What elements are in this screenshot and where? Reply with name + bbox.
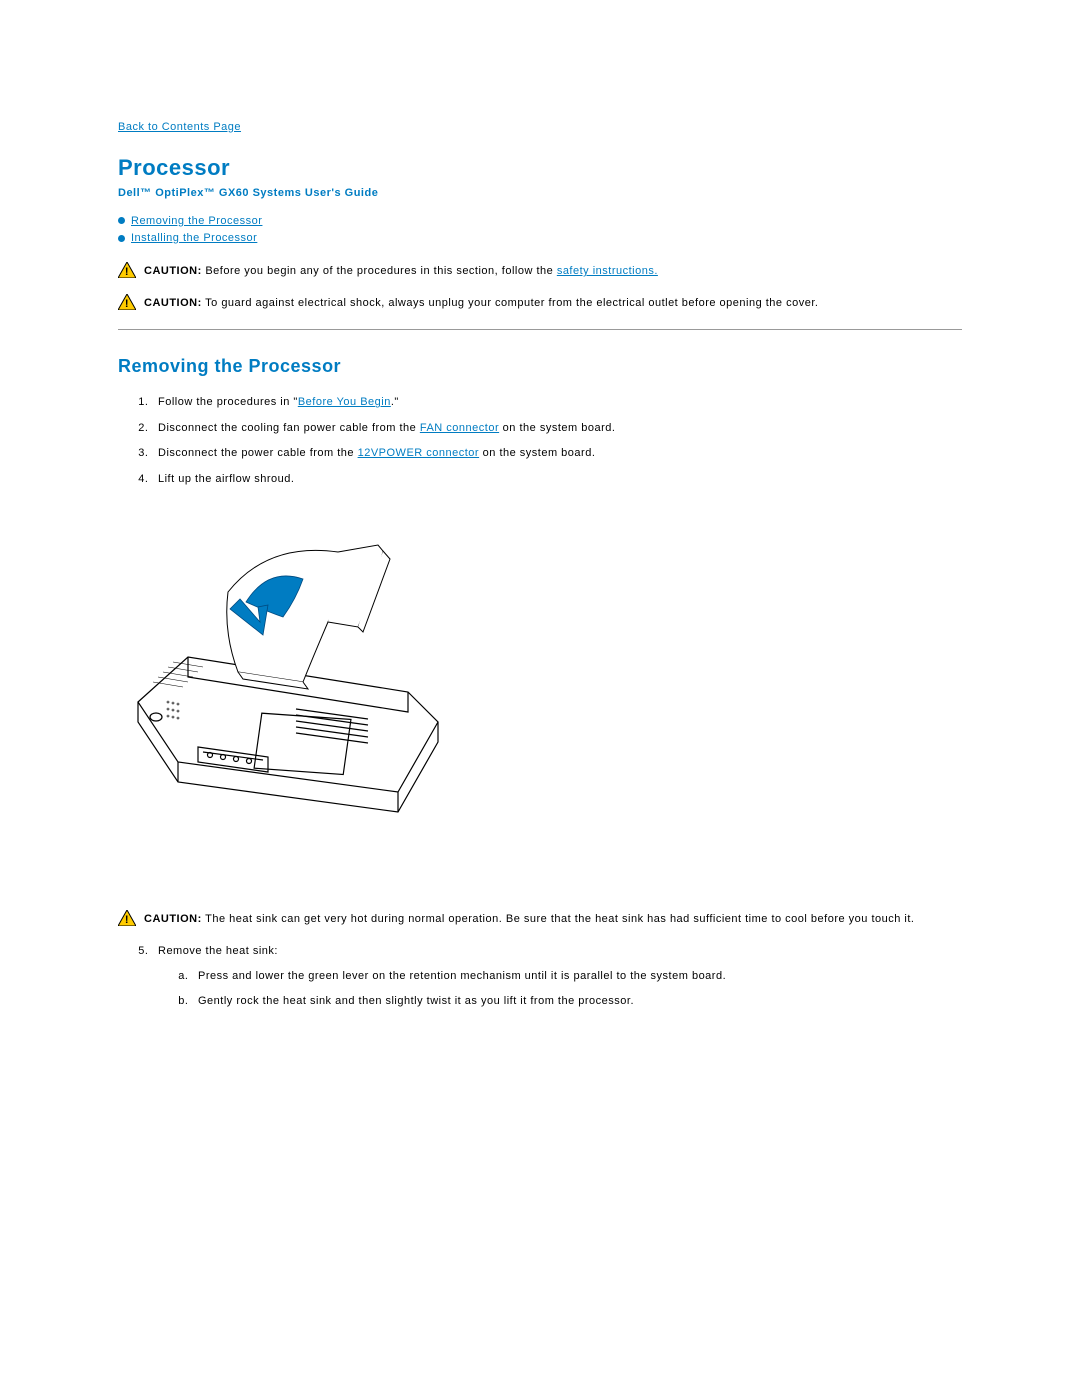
- svg-text:!: !: [125, 914, 129, 926]
- caution-body: To guard against electrical shock, alway…: [202, 297, 819, 309]
- toc-link-removing[interactable]: Removing the Processor: [131, 215, 262, 227]
- bullet-icon: [118, 235, 125, 242]
- substep-item: Gently rock the heat sink and then sligh…: [192, 994, 962, 1009]
- caution-block: ! CAUTION: The heat sink can get very ho…: [118, 912, 962, 931]
- caution-icon: !: [118, 910, 136, 931]
- caution-text: CAUTION: The heat sink can get very hot …: [144, 912, 914, 927]
- airflow-shroud-diagram: [128, 527, 962, 872]
- caution-block: ! CAUTION: To guard against electrical s…: [118, 296, 962, 315]
- step-text: Disconnect the power cable from the: [158, 447, 358, 459]
- caution-icon: !: [118, 262, 136, 283]
- step-item: Remove the heat sink: Press and lower th…: [152, 944, 962, 1010]
- step-text: Remove the heat sink:: [158, 945, 278, 957]
- bullet-icon: [118, 217, 125, 224]
- step-list-continued: Remove the heat sink: Press and lower th…: [118, 944, 962, 1010]
- toc-list: Removing the Processor Installing the Pr…: [118, 214, 962, 247]
- step-item: Disconnect the cooling fan power cable f…: [152, 421, 962, 436]
- step-text: .": [391, 396, 399, 408]
- step-list: Follow the procedures in "Before You Beg…: [118, 395, 962, 487]
- toc-item: Removing the Processor: [118, 214, 962, 229]
- caution-body: The heat sink can get very hot during no…: [202, 913, 915, 925]
- caution-block: ! CAUTION: Before you begin any of the p…: [118, 264, 962, 283]
- page-subtitle: Dell™ OptiPlex™ GX60 Systems User's Guid…: [118, 186, 962, 201]
- svg-text:!: !: [125, 266, 129, 278]
- toc-link-installing[interactable]: Installing the Processor: [131, 232, 257, 244]
- caution-text: CAUTION: Before you begin any of the pro…: [144, 264, 658, 279]
- step-text: Disconnect the cooling fan power cable f…: [158, 422, 420, 434]
- caution-label: CAUTION:: [144, 265, 202, 277]
- caution-icon: !: [118, 294, 136, 315]
- substep-item: Press and lower the green lever on the r…: [192, 969, 962, 984]
- page-title: Processor: [118, 153, 962, 184]
- before-you-begin-link[interactable]: Before You Begin: [298, 396, 391, 408]
- fan-connector-link[interactable]: FAN connector: [420, 422, 499, 434]
- step-item: Follow the procedures in "Before You Beg…: [152, 395, 962, 410]
- caution-body: Before you begin any of the procedures i…: [202, 265, 557, 277]
- step-text: Follow the procedures in ": [158, 396, 298, 408]
- svg-text:!: !: [125, 298, 129, 310]
- back-to-contents-link[interactable]: Back to Contents Page: [118, 121, 241, 133]
- caution-label: CAUTION:: [144, 913, 202, 925]
- toc-item: Installing the Processor: [118, 231, 962, 246]
- safety-instructions-link[interactable]: safety instructions.: [557, 265, 658, 277]
- caution-label: CAUTION:: [144, 297, 202, 309]
- step-text: on the system board.: [479, 447, 595, 459]
- section-heading: Removing the Processor: [118, 354, 962, 379]
- caution-text: CAUTION: To guard against electrical sho…: [144, 296, 818, 311]
- divider: [118, 329, 962, 330]
- 12vpower-connector-link[interactable]: 12VPOWER connector: [358, 447, 480, 459]
- step-item: Disconnect the power cable from the 12VP…: [152, 446, 962, 461]
- substep-list: Press and lower the green lever on the r…: [158, 969, 962, 1010]
- step-text: on the system board.: [499, 422, 615, 434]
- step-item: Lift up the airflow shroud.: [152, 472, 962, 487]
